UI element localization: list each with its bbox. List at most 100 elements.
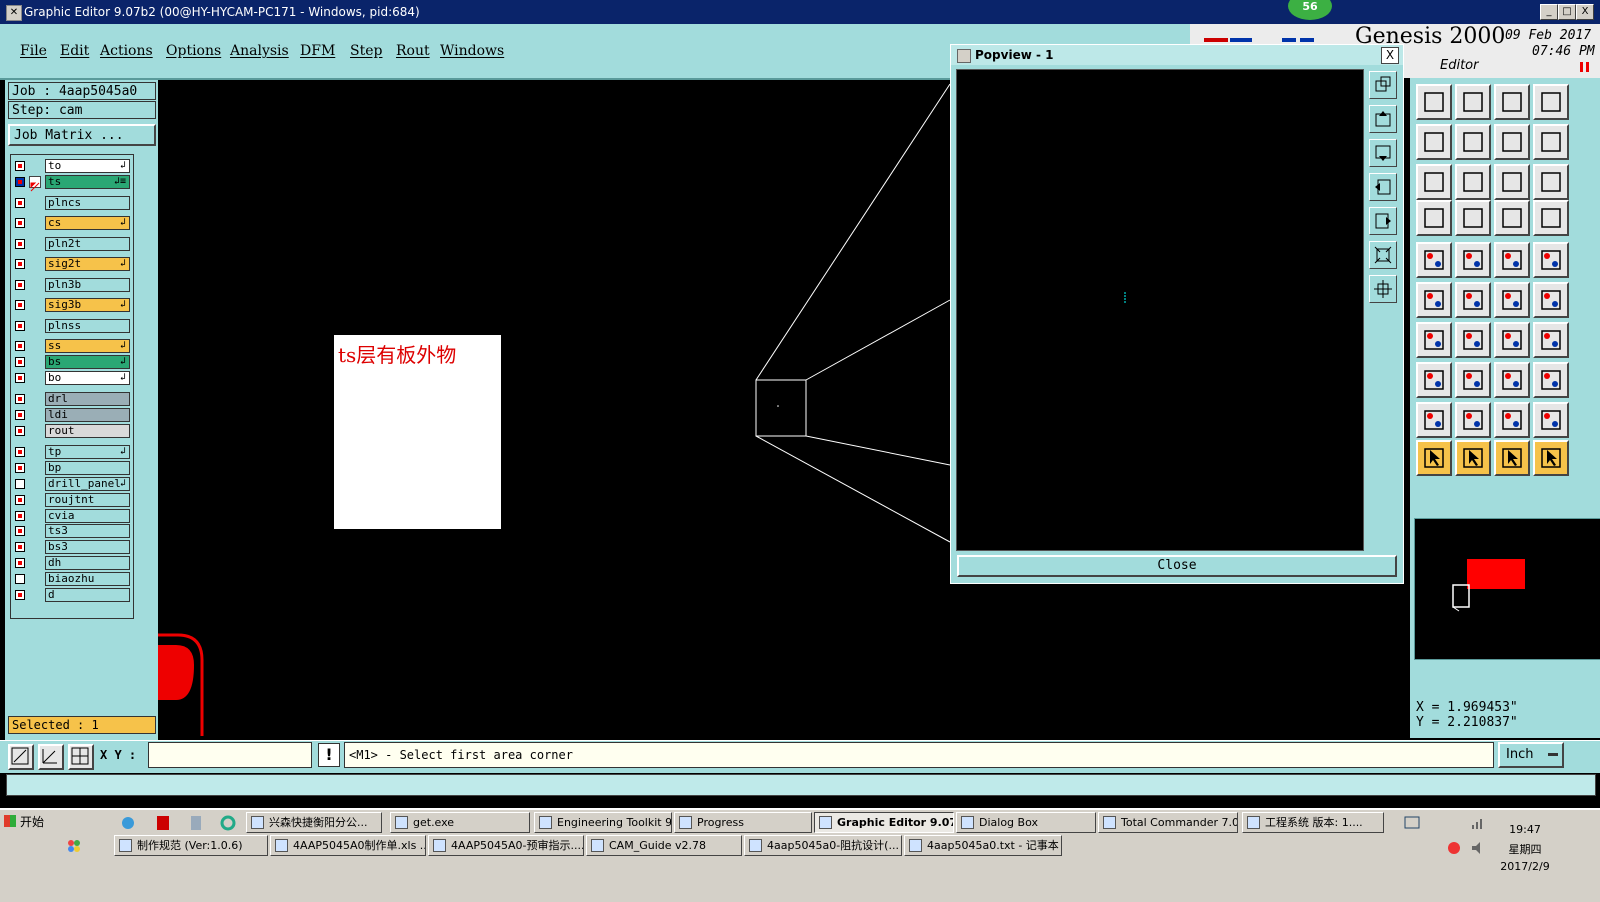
minimize-button[interactable]: _ — [1540, 4, 1558, 20]
taskbar-item[interactable]: CAM_Guide v2.78 — [586, 835, 742, 856]
flip-icon[interactable] — [1494, 124, 1530, 160]
layer-display-checkbox[interactable] — [15, 511, 25, 521]
measure-icon[interactable] — [8, 744, 34, 770]
tray-security-icon[interactable] — [1446, 840, 1462, 856]
layer-row[interactable]: bs3 — [11, 540, 131, 555]
popview-pan-icon[interactable] — [1369, 275, 1397, 303]
s-curve-icon[interactable] — [1533, 124, 1569, 160]
layer-affected-icon[interactable]: ↲ — [120, 372, 126, 384]
layer-display-checkbox[interactable] — [15, 463, 25, 473]
quicklaunch-ie-icon[interactable] — [220, 815, 236, 831]
connect-icon[interactable] — [1416, 282, 1452, 318]
select-box-icon[interactable] — [1455, 440, 1491, 476]
layer-name[interactable]: drl — [45, 392, 130, 406]
layer-display-checkbox[interactable] — [15, 218, 25, 228]
taskbar-item[interactable]: 工程系统 版本: 1.... — [1242, 812, 1384, 833]
taskbar-item[interactable]: Total Commander 7.0... — [1098, 812, 1238, 833]
diag-line-icon[interactable] — [1455, 322, 1491, 358]
layer-display-checkbox[interactable] — [15, 426, 25, 436]
snap-net-icon[interactable] — [1494, 200, 1530, 236]
pad-icon[interactable] — [1416, 242, 1452, 278]
menu-actions[interactable]: Actions — [100, 43, 153, 59]
tray-signal-icon[interactable] — [1470, 815, 1486, 831]
layer-row[interactable]: pln2t — [11, 237, 131, 252]
layer-display-checkbox[interactable] — [15, 394, 25, 404]
layer-display-checkbox[interactable] — [15, 357, 25, 367]
layer-name[interactable]: d — [45, 588, 130, 602]
layer-display-checkbox[interactable] — [15, 341, 25, 351]
layer-name[interactable]: pln2t — [45, 237, 130, 251]
popview-left-icon[interactable] — [1369, 173, 1397, 201]
layer-name[interactable]: bs3 — [45, 540, 130, 554]
layer-name[interactable]: pln3b — [45, 278, 130, 292]
quicklaunch-apps-icon[interactable] — [66, 838, 82, 854]
bracket-icon[interactable] — [1494, 362, 1530, 398]
layer-affected-icon[interactable]: ↲ — [120, 299, 126, 311]
layer-display-checkbox[interactable] — [15, 198, 25, 208]
menu-dfm[interactable]: DFM — [300, 43, 335, 59]
layer-row[interactable]: dh — [11, 556, 131, 571]
layer-name[interactable]: plnss — [45, 319, 130, 333]
ruler-icon[interactable] — [1494, 242, 1530, 278]
layer-name[interactable]: sig2t ↲ — [45, 257, 130, 271]
layer-display-checkbox[interactable] — [15, 300, 25, 310]
layer-row[interactable]: pln3b — [11, 278, 131, 293]
layer-name[interactable]: biaozhu — [45, 572, 130, 586]
taskbar-item[interactable]: 4aap5045a0-阻抗设计(... — [744, 835, 902, 856]
layer-affected-icon[interactable]: ↲ — [120, 356, 126, 368]
layer-name[interactable]: drill_panel ↲ — [45, 477, 130, 491]
layer-row[interactable]: rout — [11, 424, 131, 439]
menu-edit[interactable]: Edit — [60, 43, 89, 59]
window-icon[interactable] — [1533, 84, 1569, 120]
taskbar-item[interactable]: Graphic Editor 9.07... — [814, 812, 954, 833]
layer-name[interactable]: dh — [45, 556, 130, 570]
text-a-icon[interactable] — [1494, 402, 1530, 438]
layer-row[interactable]: cvia — [11, 509, 131, 524]
help-icon[interactable] — [1533, 164, 1569, 200]
pan-left-icon[interactable] — [1416, 124, 1452, 160]
grid-icon[interactable] — [68, 744, 94, 770]
taskbar-item[interactable]: Progress — [674, 812, 812, 833]
taskbar-item[interactable]: 制作规范 (Ver:1.0.6) — [114, 835, 268, 856]
layer-name[interactable]: ts ↲≡ — [45, 175, 130, 189]
layer-display-checkbox[interactable] — [15, 410, 25, 420]
menu-windows[interactable]: Windows — [440, 43, 504, 59]
line-arrow-icon[interactable] — [1533, 282, 1569, 318]
popview-right-icon[interactable] — [1369, 207, 1397, 235]
layer-display-checkbox[interactable] — [15, 574, 25, 584]
layer-affected-icon[interactable]: ↲ — [120, 340, 126, 352]
layer-row[interactable]: sig3b ↲ — [11, 298, 131, 313]
select-circle-icon[interactable] — [1494, 440, 1530, 476]
popview-fit-icon[interactable] — [1369, 241, 1397, 269]
hline-icon[interactable] — [1455, 362, 1491, 398]
copy-red-icon[interactable] — [1416, 362, 1452, 398]
zoom-home-icon[interactable] — [1416, 84, 1452, 120]
select-icon[interactable] — [1416, 440, 1452, 476]
layer-display-checkbox[interactable] — [15, 447, 25, 457]
layer-affected-icon[interactable]: ↲ — [120, 478, 126, 490]
layer-affected-icon[interactable]: ↲ — [120, 217, 126, 229]
select-multi-icon[interactable] — [1533, 440, 1569, 476]
cluster-icon[interactable] — [1533, 362, 1569, 398]
layer-row[interactable]: roujtnt — [11, 493, 131, 508]
taskbar-item[interactable]: get.exe — [390, 812, 530, 833]
warning-icon[interactable]: ! — [318, 743, 340, 767]
popview-canvas[interactable] — [956, 69, 1364, 551]
scale-1-2-icon[interactable] — [1494, 164, 1530, 200]
menu-options[interactable]: Options — [166, 43, 221, 59]
layer-name[interactable]: roujtnt — [45, 493, 130, 507]
overview-map[interactable] — [1414, 518, 1600, 660]
home-icon[interactable] — [1494, 84, 1530, 120]
layer-row[interactable]: d — [11, 588, 131, 603]
window-titlebar[interactable]: ✕ Graphic Editor 9.07b2 (00@HY-HYCAM-PC1… — [0, 0, 1600, 24]
maximize-button[interactable]: □ — [1558, 4, 1576, 20]
layer-display-checkbox[interactable] — [15, 259, 25, 269]
work-layer-icon[interactable] — [29, 176, 41, 192]
layer-name[interactable]: cvia — [45, 509, 130, 523]
layer-name[interactable]: ss ↲ — [45, 339, 130, 353]
layer-row[interactable]: ts3 — [11, 524, 131, 539]
layer-display-checkbox[interactable] — [15, 495, 25, 505]
snap-multi-icon[interactable] — [1533, 200, 1569, 236]
layer-row[interactable]: plncs — [11, 196, 131, 211]
quicklaunch-network-icon[interactable] — [120, 815, 136, 831]
